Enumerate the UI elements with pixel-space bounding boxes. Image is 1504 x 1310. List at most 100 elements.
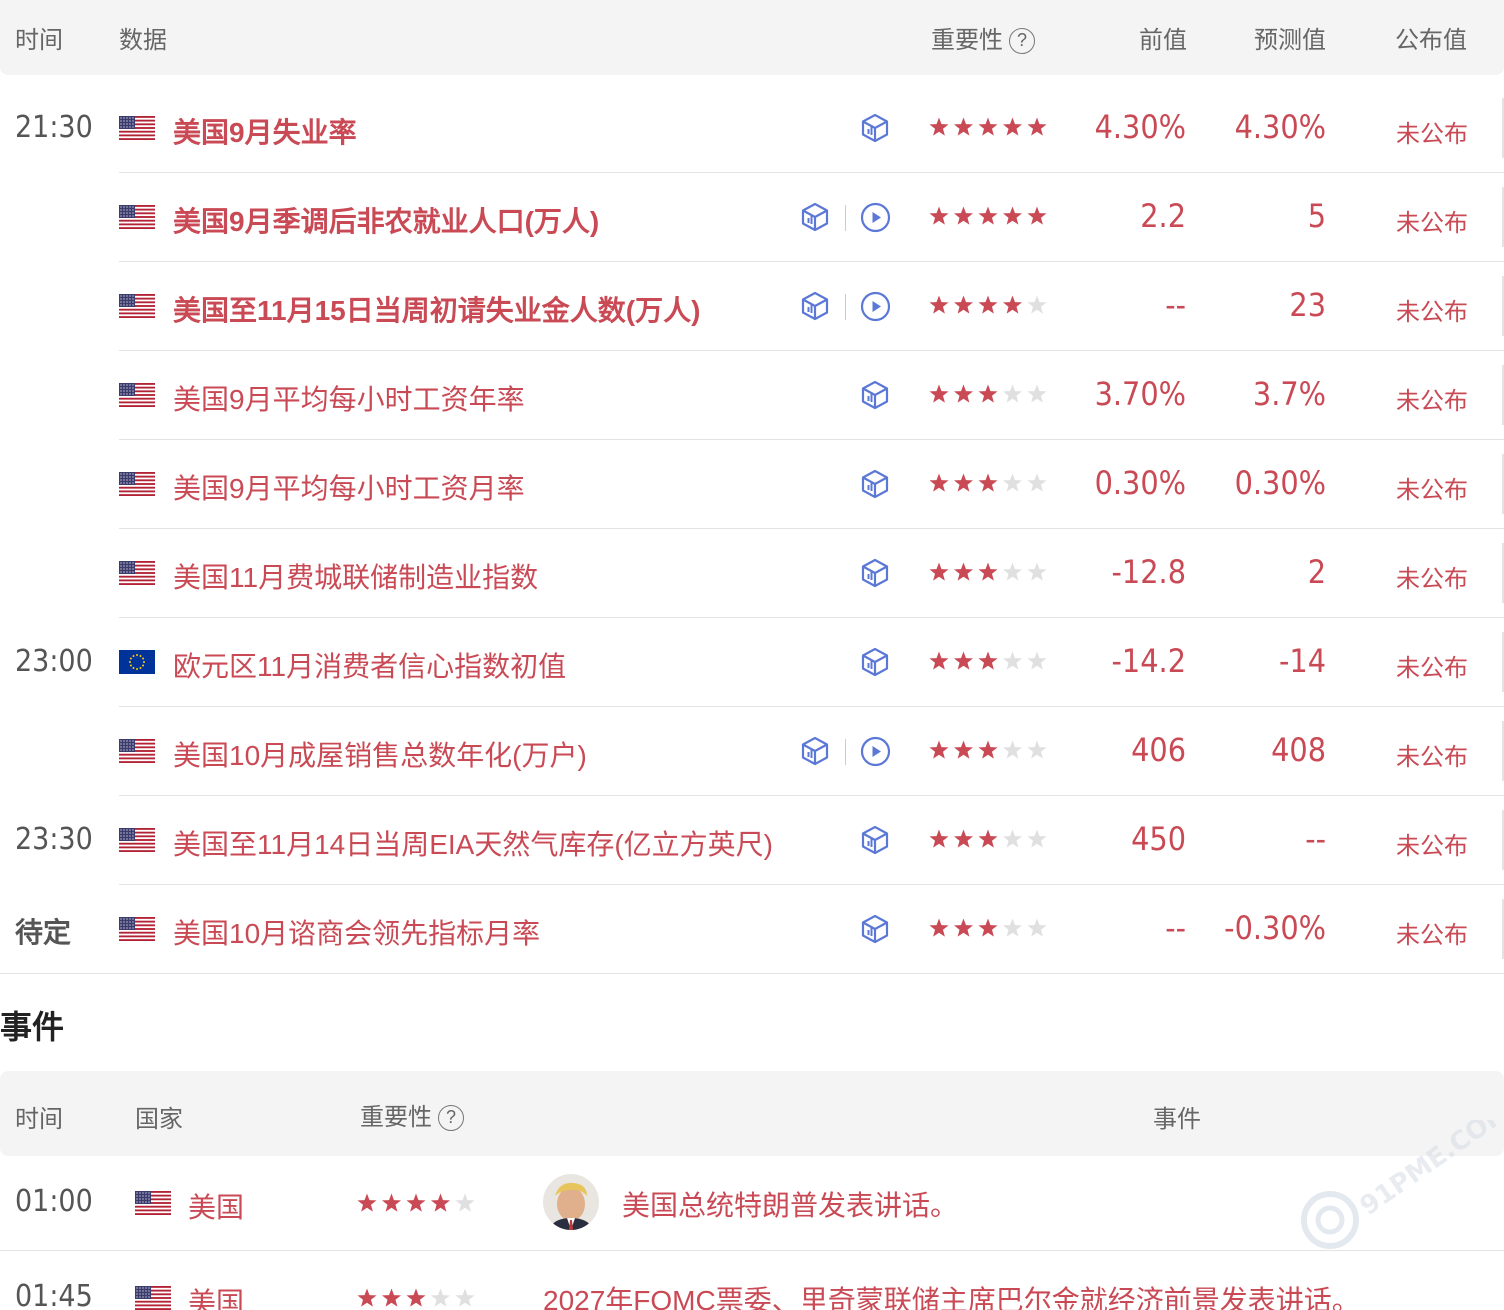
event-country: 美国 xyxy=(188,1287,245,1310)
indicator-title[interactable]: 美国9月季调后非农就业人口(万人) xyxy=(173,200,599,240)
star-filled-icon xyxy=(929,384,949,403)
actual-value: 未公布 xyxy=(1396,833,1468,860)
indicator-title[interactable]: 欧元区11月消费者信心指数初值 xyxy=(173,645,566,685)
actual-value: 未公布 xyxy=(1396,744,1468,771)
indicator-title[interactable]: 美国9月失业率 xyxy=(173,111,357,151)
events-col-country: 国家 xyxy=(135,1106,183,1133)
data-chart-icon[interactable] xyxy=(859,112,891,144)
us-flag-icon xyxy=(119,383,155,407)
star-filled-icon xyxy=(953,384,974,403)
star-filled-icon xyxy=(978,918,998,937)
data-chart-icon[interactable] xyxy=(859,646,891,678)
indicator-title[interactable]: 美国10月谘商会领先指标月率 xyxy=(173,912,540,952)
help-icon[interactable]: ? xyxy=(1009,28,1035,54)
actual-value: 未公布 xyxy=(1396,210,1468,237)
importance-stars xyxy=(929,827,1047,851)
table-row[interactable]: 美国9月季调后非农就业人口(万人) 2.2 5 未公布 xyxy=(0,173,1504,262)
table-row[interactable]: 美国11月费城联储制造业指数 -12.8 2 未公布 xyxy=(0,529,1504,618)
data-chart-icon[interactable] xyxy=(859,824,891,856)
actual-value: 未公布 xyxy=(1396,299,1468,326)
row-time: 21:30 xyxy=(15,110,93,145)
table-row[interactable]: 美国9月平均每小时工资年率 3.70% 3.7% 未公布 xyxy=(0,351,1504,440)
previous-value: -12.8 xyxy=(1111,553,1186,591)
us-flag-icon xyxy=(119,828,155,852)
importance-stars xyxy=(929,204,1047,228)
star-filled-icon xyxy=(953,473,974,492)
previous-value: -- xyxy=(1165,286,1186,324)
data-chart-icon[interactable] xyxy=(859,379,891,411)
col-importance: 重要性? xyxy=(931,20,1035,55)
data-chart-icon[interactable] xyxy=(799,735,831,767)
star-filled-icon xyxy=(953,117,974,136)
star-filled-icon xyxy=(406,1288,426,1307)
indicator-title[interactable]: 美国至11月14日当周EIA天然气库存(亿立方英尺) xyxy=(173,823,773,863)
icon-divider xyxy=(845,205,846,231)
previous-value: 0.30% xyxy=(1094,464,1186,502)
forecast-value: 4.30% xyxy=(1234,108,1326,146)
star-empty-icon xyxy=(1027,740,1047,759)
event-row[interactable]: 01:45 美国 2027年FOMC票委、里奇蒙联储主席巴尔金就经济前景发表讲话。 xyxy=(0,1251,1504,1310)
data-chart-icon[interactable] xyxy=(859,557,891,589)
previous-value: -14.2 xyxy=(1111,642,1186,680)
data-chart-icon[interactable] xyxy=(799,201,831,233)
importance-stars xyxy=(929,916,1047,940)
event-time: 01:00 xyxy=(15,1184,93,1219)
data-chart-icon[interactable] xyxy=(859,468,891,500)
help-icon[interactable]: ? xyxy=(438,1105,464,1131)
forecast-value: 3.7% xyxy=(1252,375,1326,413)
indicator-title[interactable]: 美国9月平均每小时工资月率 xyxy=(173,467,525,507)
event-description[interactable]: 2027年FOMC票委、里奇蒙联储主席巴尔金就经济前景发表讲话。 xyxy=(543,1279,1360,1310)
star-empty-icon xyxy=(1027,562,1047,581)
star-filled-icon xyxy=(929,651,949,670)
event-row[interactable]: 01:00 美国 美国总统特朗普发表讲话。 xyxy=(0,1156,1504,1251)
table-row[interactable]: 美国9月平均每小时工资月率 0.30% 0.30% 未公布 xyxy=(0,440,1504,529)
table-row[interactable]: 美国至11月15日当周初请失业金人数(万人) -- 23 未公布 xyxy=(0,262,1504,351)
actual-value: 未公布 xyxy=(1396,121,1468,148)
previous-value: 2.2 xyxy=(1140,197,1186,235)
star-empty-icon xyxy=(1002,562,1023,581)
forecast-value: -14 xyxy=(1278,642,1326,680)
data-chart-icon[interactable] xyxy=(799,290,831,322)
star-filled-icon xyxy=(953,918,974,937)
star-filled-icon xyxy=(953,829,974,848)
forecast-value: 0.30% xyxy=(1234,464,1326,502)
play-video-icon[interactable] xyxy=(860,736,891,767)
play-video-icon[interactable] xyxy=(860,291,891,322)
data-chart-icon[interactable] xyxy=(859,913,891,945)
star-empty-icon xyxy=(1002,740,1023,759)
star-filled-icon xyxy=(978,117,998,136)
indicator-title[interactable]: 美国11月费城联储制造业指数 xyxy=(173,556,538,596)
star-empty-icon xyxy=(1027,473,1047,492)
play-video-icon[interactable] xyxy=(860,202,891,233)
star-filled-icon xyxy=(978,651,998,670)
actual-value: 未公布 xyxy=(1396,655,1468,682)
star-empty-icon xyxy=(455,1193,475,1212)
table-row[interactable]: 待定 美国10月谘商会领先指标月率 -- -0.30% 未公布 xyxy=(0,885,1504,974)
events-section-title: 事件 xyxy=(0,1009,65,1045)
previous-value: 3.70% xyxy=(1094,375,1186,413)
star-filled-icon xyxy=(978,384,998,403)
star-filled-icon xyxy=(929,473,949,492)
star-filled-icon xyxy=(953,295,974,314)
events-table-header: 时间 国家 重要性? 事件 xyxy=(0,1071,1504,1156)
star-empty-icon xyxy=(1027,384,1047,403)
event-description[interactable]: 美国总统特朗普发表讲话。 xyxy=(622,1184,958,1224)
importance-stars xyxy=(929,738,1047,762)
star-empty-icon xyxy=(1027,918,1047,937)
star-filled-icon xyxy=(1002,117,1023,136)
forecast-value: 2 xyxy=(1307,553,1326,591)
table-row[interactable]: 23:00 欧元区11月消费者信心指数初值 -14.2 -14 未公布 xyxy=(0,618,1504,707)
table-row[interactable]: 23:30 美国至11月14日当周EIA天然气库存(亿立方英尺) 450 -- 未公布 xyxy=(0,796,1504,885)
previous-value: 406 xyxy=(1131,731,1186,769)
star-filled-icon xyxy=(381,1193,402,1212)
indicator-title[interactable]: 美国10月成屋销售总数年化(万户) xyxy=(173,734,587,774)
indicator-title[interactable]: 美国至11月15日当周初请失业金人数(万人) xyxy=(173,289,700,329)
star-empty-icon xyxy=(455,1288,475,1307)
table-row[interactable]: 21:30 美国9月失业率 4.30% 4.30% 未公布 xyxy=(0,84,1504,173)
indicator-title[interactable]: 美国9月平均每小时工资年率 xyxy=(173,378,525,418)
importance-stars xyxy=(929,471,1047,495)
star-filled-icon xyxy=(978,473,998,492)
star-filled-icon xyxy=(929,562,949,581)
table-row[interactable]: 美国10月成屋销售总数年化(万户) 406 408 未公布 xyxy=(0,707,1504,796)
col-importance-label: 重要性 xyxy=(931,27,1003,54)
